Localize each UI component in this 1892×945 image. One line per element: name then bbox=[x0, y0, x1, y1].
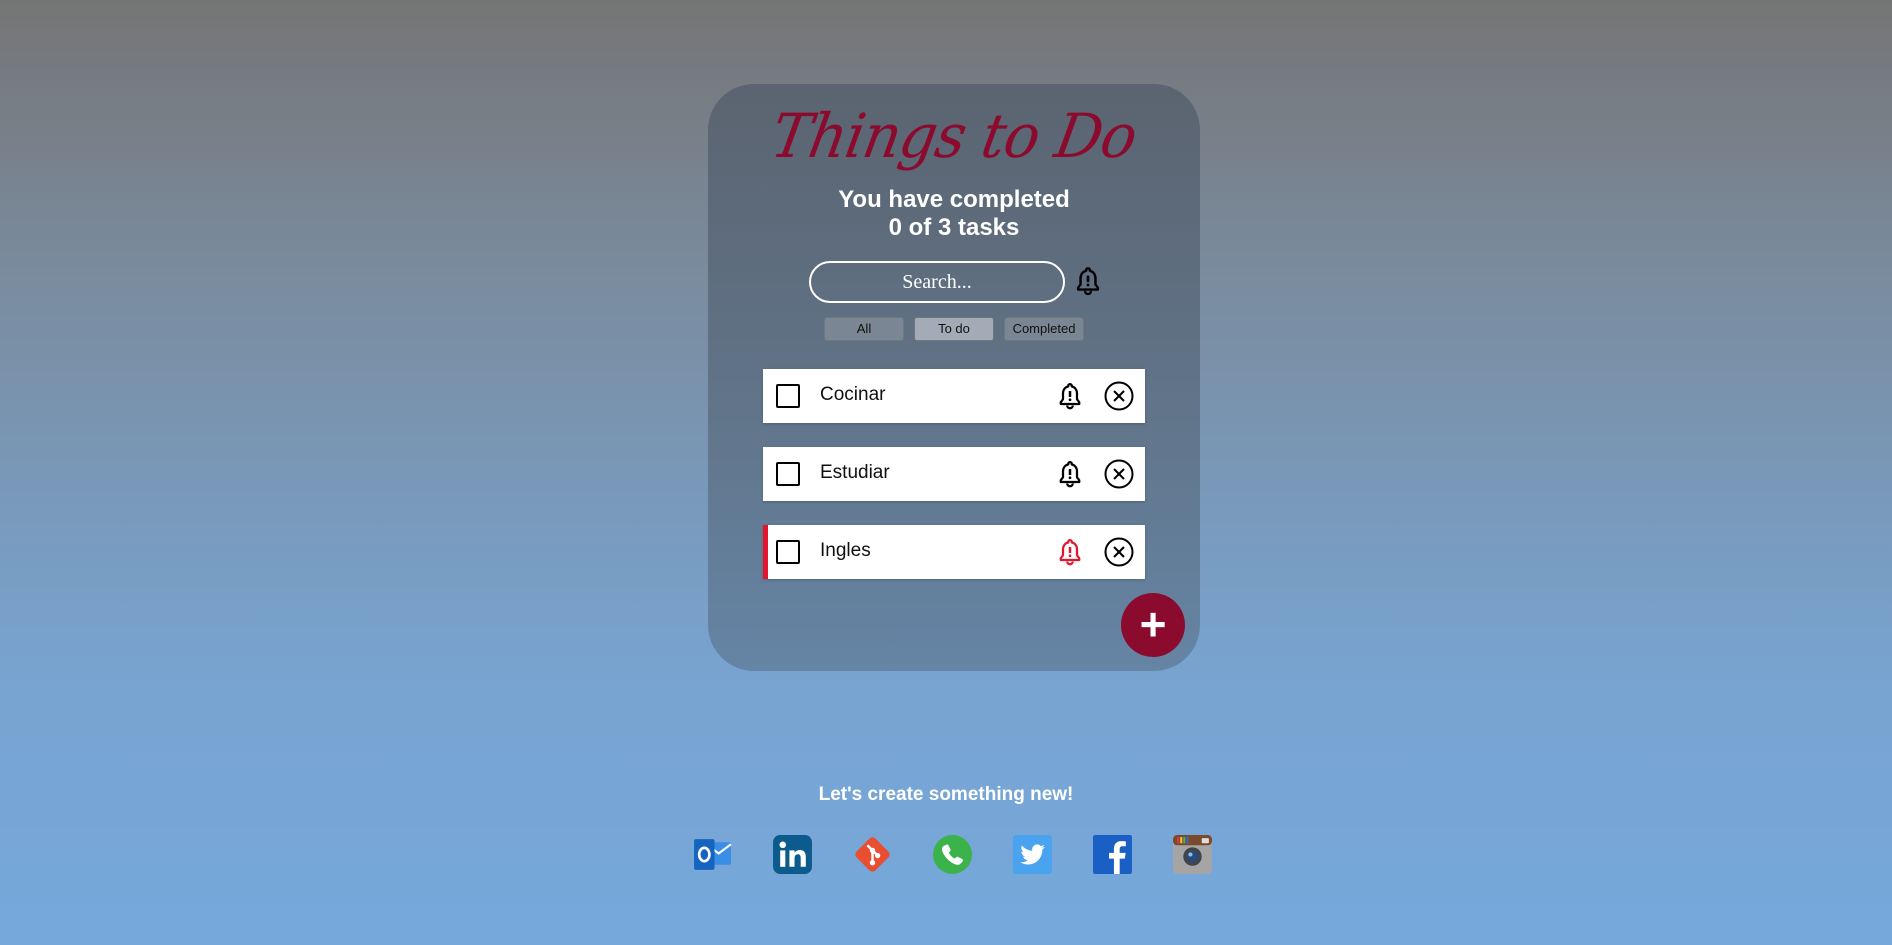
instagram-icon[interactable] bbox=[1172, 834, 1213, 875]
close-icon[interactable] bbox=[1104, 381, 1134, 411]
task-label: Estudiar bbox=[820, 462, 890, 483]
progress-line-2: 0 of 3 tasks bbox=[888, 214, 1020, 241]
task-item: Ingles bbox=[763, 525, 1145, 579]
task-checkbox[interactable] bbox=[776, 384, 800, 408]
progress-line-1: You have completed bbox=[838, 186, 1070, 213]
linkedin-icon[interactable] bbox=[772, 834, 813, 875]
close-icon[interactable] bbox=[1104, 459, 1134, 489]
whatsapp-icon[interactable] bbox=[932, 834, 973, 875]
search-input[interactable] bbox=[809, 261, 1065, 303]
tab-to-do[interactable]: To do bbox=[914, 317, 994, 341]
progress-summary: You have completed 0 of 3 tasks bbox=[708, 186, 1200, 242]
app-title: Things to Do bbox=[766, 100, 1142, 172]
git-icon[interactable] bbox=[852, 834, 893, 875]
outlook-icon[interactable] bbox=[692, 834, 733, 875]
close-icon[interactable] bbox=[1104, 537, 1134, 567]
twitter-icon[interactable] bbox=[1012, 834, 1053, 875]
footer-tagline: Let's create something new! bbox=[818, 784, 1074, 805]
facebook-icon[interactable] bbox=[1092, 834, 1133, 875]
task-label: Cocinar bbox=[820, 384, 886, 405]
task-checkbox[interactable] bbox=[776, 540, 800, 564]
task-label: Ingles bbox=[820, 540, 871, 561]
bell-icon[interactable] bbox=[1072, 265, 1104, 297]
bell-icon[interactable] bbox=[1055, 380, 1085, 412]
task-item: Estudiar bbox=[763, 447, 1145, 501]
social-links bbox=[692, 834, 1213, 875]
task-item: Cocinar bbox=[763, 369, 1145, 423]
filter-tabs: All To do Completed bbox=[824, 317, 1084, 341]
bell-icon[interactable] bbox=[1055, 458, 1085, 490]
todo-card: Things to Do You have completed 0 of 3 t… bbox=[708, 84, 1200, 671]
bell-alert-icon[interactable] bbox=[1055, 536, 1085, 568]
tab-completed[interactable]: Completed bbox=[1004, 317, 1084, 341]
task-checkbox[interactable] bbox=[776, 462, 800, 486]
tab-all[interactable]: All bbox=[824, 317, 904, 341]
add-task-button[interactable]: + bbox=[1121, 593, 1185, 657]
